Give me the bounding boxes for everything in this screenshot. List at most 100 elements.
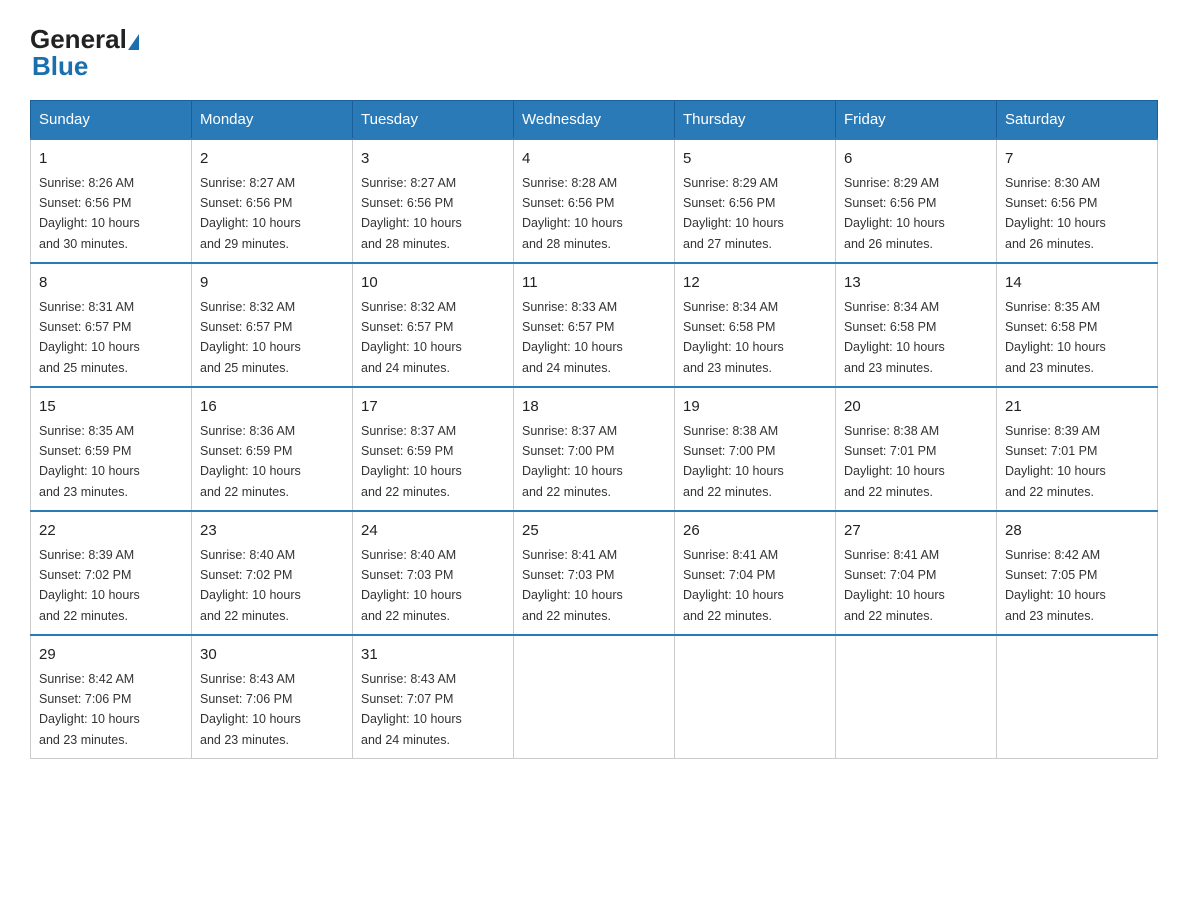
day-info: Sunrise: 8:40 AMSunset: 7:02 PMDaylight:… [200,548,301,623]
calendar-week-row: 1 Sunrise: 8:26 AMSunset: 6:56 PMDaylight… [31,139,1158,262]
day-number: 13 [844,272,988,295]
day-info: Sunrise: 8:36 AMSunset: 6:59 PMDaylight:… [200,424,301,499]
calendar-day-cell: 24 Sunrise: 8:40 AMSunset: 7:03 PMDayligh… [353,511,514,634]
calendar-day-cell: 20 Sunrise: 8:38 AMSunset: 7:01 PMDayligh… [836,387,997,510]
calendar-week-row: 15 Sunrise: 8:35 AMSunset: 6:59 PMDayligh… [31,387,1158,510]
calendar-day-cell: 31Sunrise: 8:43 AMSunset: 7:07 PMDayligh… [353,635,514,758]
calendar-day-cell [997,635,1158,758]
header-sunday: Sunday [31,101,192,140]
calendar-day-cell [514,635,675,758]
day-info: Sunrise: 8:38 AMSunset: 7:01 PMDaylight:… [844,424,945,499]
calendar-day-cell: 30Sunrise: 8:43 AMSunset: 7:06 PMDayligh… [192,635,353,758]
calendar-day-cell: 27 Sunrise: 8:41 AMSunset: 7:04 PMDayligh… [836,511,997,634]
calendar-day-cell: 10 Sunrise: 8:32 AMSunset: 6:57 PMDayligh… [353,263,514,386]
calendar-spacer-row [31,758,1158,759]
calendar-day-cell: 4 Sunrise: 8:28 AMSunset: 6:56 PMDaylight… [514,139,675,262]
day-info: Sunrise: 8:32 AMSunset: 6:57 PMDaylight:… [361,300,462,375]
calendar-day-cell: 13 Sunrise: 8:34 AMSunset: 6:58 PMDayligh… [836,263,997,386]
calendar-day-cell: 19 Sunrise: 8:38 AMSunset: 7:00 PMDayligh… [675,387,836,510]
day-number: 25 [522,520,666,543]
day-number: 26 [683,520,827,543]
day-info: Sunrise: 8:40 AMSunset: 7:03 PMDaylight:… [361,548,462,623]
calendar-week-row: 8Sunrise: 8:31 AMSunset: 6:57 PMDaylight… [31,263,1158,386]
calendar-day-cell: 16 Sunrise: 8:36 AMSunset: 6:59 PMDayligh… [192,387,353,510]
day-info: Sunrise: 8:41 AMSunset: 7:04 PMDaylight:… [683,548,784,623]
calendar-day-cell [836,635,997,758]
day-number: 9 [200,272,344,295]
calendar-day-cell: 6Sunrise: 8:29 AMSunset: 6:56 PMDaylight… [836,139,997,262]
calendar-day-cell: 5 Sunrise: 8:29 AMSunset: 6:56 PMDaylight… [675,139,836,262]
calendar-day-cell: 11Sunrise: 8:33 AMSunset: 6:57 PMDayligh… [514,263,675,386]
calendar-week-row: 22 Sunrise: 8:39 AMSunset: 7:02 PMDayligh… [31,511,1158,634]
day-info: Sunrise: 8:35 AMSunset: 6:59 PMDaylight:… [39,424,140,499]
header-monday: Monday [192,101,353,140]
calendar-day-cell: 7Sunrise: 8:30 AMSunset: 6:56 PMDaylight… [997,139,1158,262]
calendar-day-cell: 1 Sunrise: 8:26 AMSunset: 6:56 PMDaylight… [31,139,192,262]
day-info: Sunrise: 8:41 AMSunset: 7:03 PMDaylight:… [522,548,623,623]
day-number: 18 [522,396,666,419]
header-friday: Friday [836,101,997,140]
day-number: 12 [683,272,827,295]
day-info: Sunrise: 8:39 AMSunset: 7:02 PMDaylight:… [39,548,140,623]
day-info: Sunrise: 8:27 AMSunset: 6:56 PMDaylight:… [361,176,462,251]
day-info: Sunrise: 8:39 AMSunset: 7:01 PMDaylight:… [1005,424,1106,499]
calendar-day-cell: 21 Sunrise: 8:39 AMSunset: 7:01 PMDayligh… [997,387,1158,510]
day-info: Sunrise: 8:29 AMSunset: 6:56 PMDaylight:… [683,176,784,251]
day-number: 4 [522,148,666,171]
day-number: 22 [39,520,183,543]
calendar-day-cell: 29Sunrise: 8:42 AMSunset: 7:06 PMDayligh… [31,635,192,758]
calendar-day-cell: 22 Sunrise: 8:39 AMSunset: 7:02 PMDayligh… [31,511,192,634]
calendar-week-row: 29Sunrise: 8:42 AMSunset: 7:06 PMDayligh… [31,635,1158,758]
calendar-day-cell: 26 Sunrise: 8:41 AMSunset: 7:04 PMDayligh… [675,511,836,634]
day-info: Sunrise: 8:42 AMSunset: 7:05 PMDaylight:… [1005,548,1106,623]
calendar-day-cell: 25 Sunrise: 8:41 AMSunset: 7:03 PMDayligh… [514,511,675,634]
calendar-day-cell: 9 Sunrise: 8:32 AMSunset: 6:57 PMDaylight… [192,263,353,386]
day-info: Sunrise: 8:31 AMSunset: 6:57 PMDaylight:… [39,300,140,375]
day-number: 7 [1005,148,1149,171]
header-tuesday: Tuesday [353,101,514,140]
day-number: 24 [361,520,505,543]
calendar-day-cell: 17Sunrise: 8:37 AMSunset: 6:59 PMDayligh… [353,387,514,510]
day-number: 19 [683,396,827,419]
day-number: 20 [844,396,988,419]
day-info: Sunrise: 8:41 AMSunset: 7:04 PMDaylight:… [844,548,945,623]
calendar-day-cell: 15 Sunrise: 8:35 AMSunset: 6:59 PMDayligh… [31,387,192,510]
day-number: 21 [1005,396,1149,419]
header-row: SundayMondayTuesdayWednesdayThursdayFrid… [31,101,1158,140]
day-number: 23 [200,520,344,543]
calendar-table: SundayMondayTuesdayWednesdayThursdayFrid… [30,100,1158,759]
day-number: 16 [200,396,344,419]
day-number: 27 [844,520,988,543]
day-info: Sunrise: 8:32 AMSunset: 6:57 PMDaylight:… [200,300,301,375]
calendar-day-cell [675,635,836,758]
day-number: 15 [39,396,183,419]
day-info: Sunrise: 8:33 AMSunset: 6:57 PMDaylight:… [522,300,623,375]
day-info: Sunrise: 8:26 AMSunset: 6:56 PMDaylight:… [39,176,140,251]
day-number: 3 [361,148,505,171]
day-number: 29 [39,644,183,667]
day-info: Sunrise: 8:29 AMSunset: 6:56 PMDaylight:… [844,176,945,251]
day-info: Sunrise: 8:37 AMSunset: 7:00 PMDaylight:… [522,424,623,499]
calendar-day-cell: 3 Sunrise: 8:27 AMSunset: 6:56 PMDaylight… [353,139,514,262]
calendar-day-cell: 18 Sunrise: 8:37 AMSunset: 7:00 PMDayligh… [514,387,675,510]
calendar-day-cell: 8Sunrise: 8:31 AMSunset: 6:57 PMDaylight… [31,263,192,386]
day-info: Sunrise: 8:38 AMSunset: 7:00 PMDaylight:… [683,424,784,499]
day-number: 1 [39,148,183,171]
day-number: 2 [200,148,344,171]
logo: General Blue [30,24,139,82]
calendar-day-cell: 14Sunrise: 8:35 AMSunset: 6:58 PMDayligh… [997,263,1158,386]
day-number: 5 [683,148,827,171]
day-number: 14 [1005,272,1149,295]
day-number: 31 [361,644,505,667]
day-info: Sunrise: 8:34 AMSunset: 6:58 PMDaylight:… [844,300,945,375]
calendar-day-cell: 2Sunrise: 8:27 AMSunset: 6:56 PMDaylight… [192,139,353,262]
header-wednesday: Wednesday [514,101,675,140]
calendar-day-cell: 23 Sunrise: 8:40 AMSunset: 7:02 PMDayligh… [192,511,353,634]
day-info: Sunrise: 8:28 AMSunset: 6:56 PMDaylight:… [522,176,623,251]
calendar-day-cell: 12 Sunrise: 8:34 AMSunset: 6:58 PMDayligh… [675,263,836,386]
day-number: 17 [361,396,505,419]
day-number: 30 [200,644,344,667]
calendar-day-cell: 28Sunrise: 8:42 AMSunset: 7:05 PMDayligh… [997,511,1158,634]
day-info: Sunrise: 8:34 AMSunset: 6:58 PMDaylight:… [683,300,784,375]
day-number: 10 [361,272,505,295]
